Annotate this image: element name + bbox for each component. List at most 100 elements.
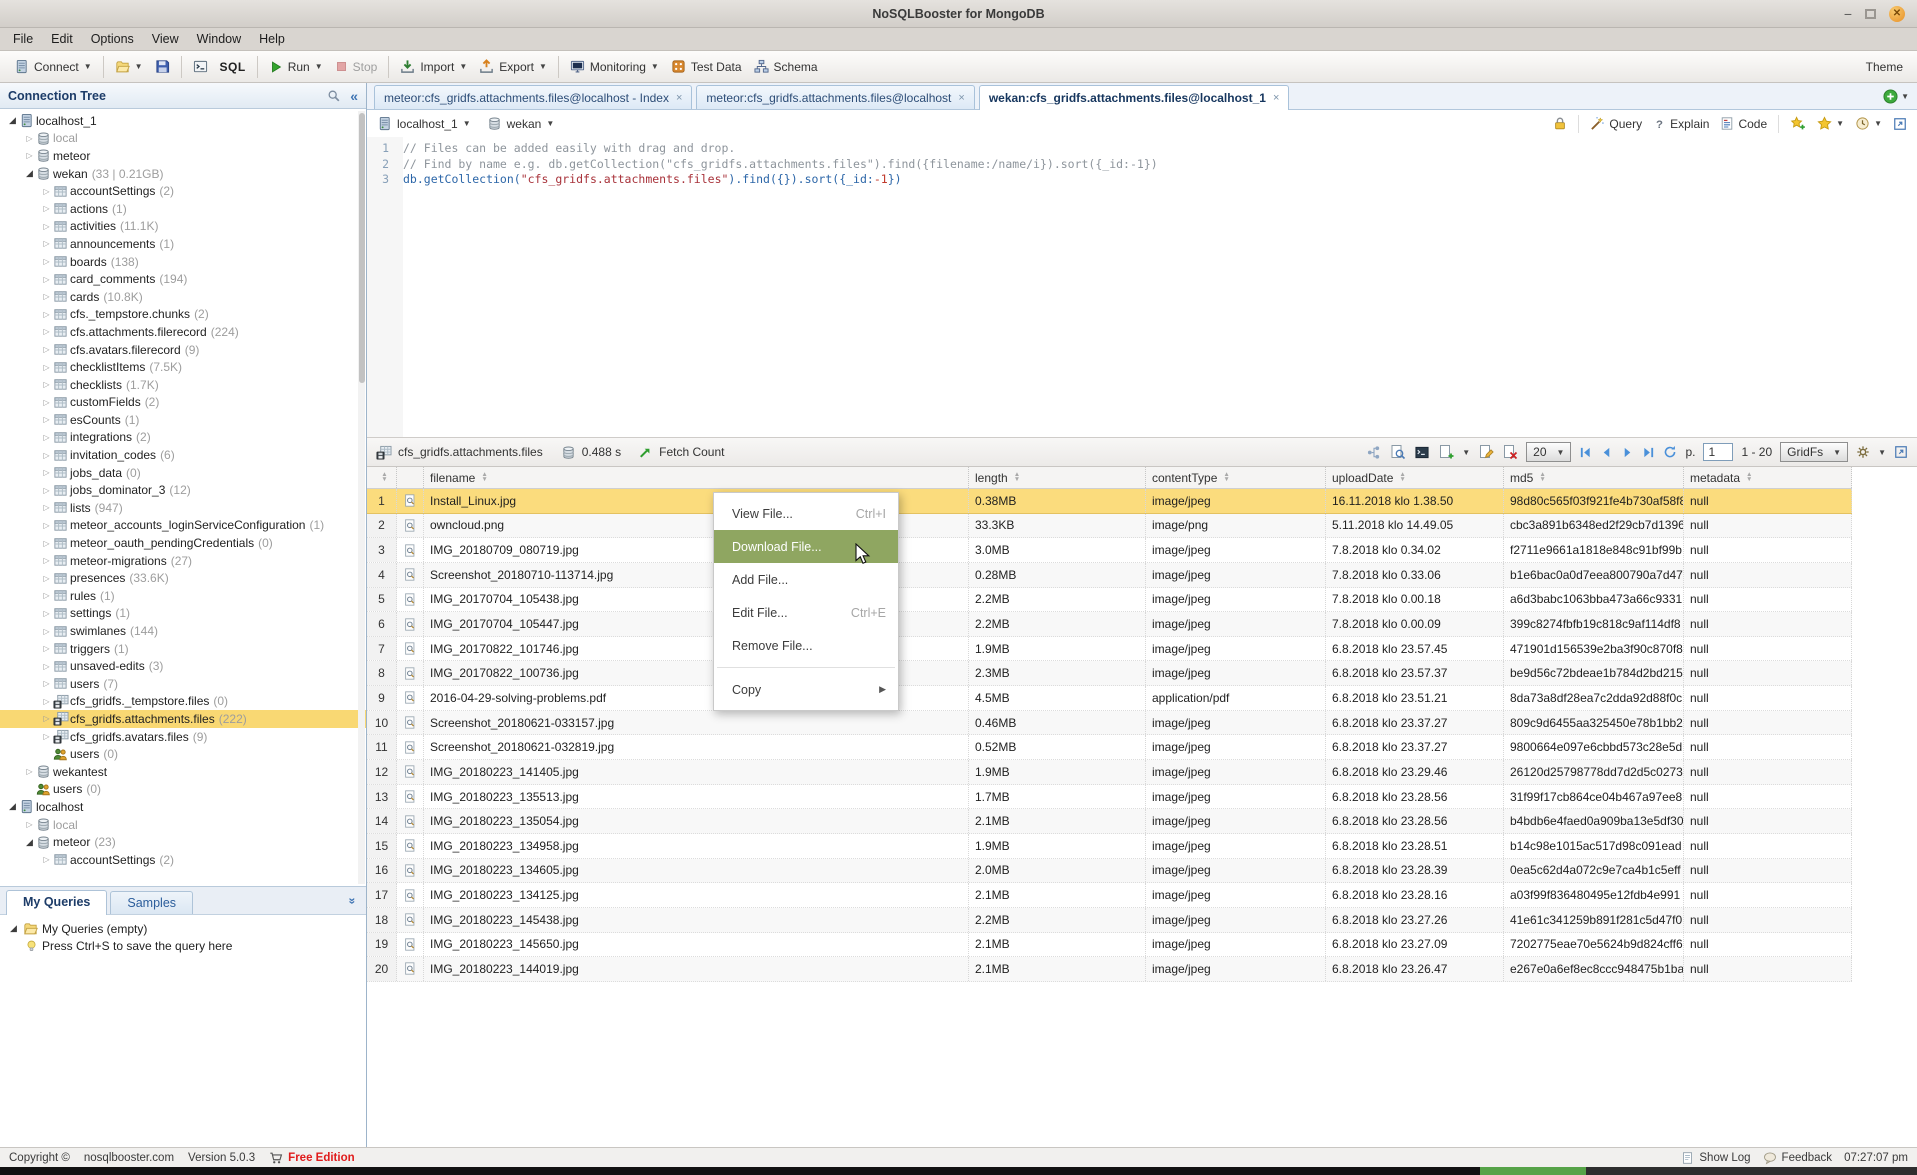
terminal-button[interactable] xyxy=(187,56,214,77)
cell-metadata[interactable]: null xyxy=(1684,957,1852,981)
cell-length[interactable]: 1.9MB xyxy=(969,760,1146,784)
row-number[interactable]: 3 xyxy=(367,538,397,562)
cell-filename[interactable]: IMG_20180223_145438.jpg xyxy=(424,908,969,932)
view-document-icon[interactable] xyxy=(397,489,424,513)
menu-view[interactable]: View xyxy=(143,30,188,48)
cell-metadata[interactable]: null xyxy=(1684,760,1852,784)
cell-md5[interactable]: 399c8274fbfb19c818c9af114df8 xyxy=(1504,612,1684,636)
tree-item-cfs-gridfs-tempstore-files[interactable]: ▷cfs_gridfs._tempstore.files(0) xyxy=(0,693,366,711)
tree-item-localhost[interactable]: ◢localhost xyxy=(0,798,366,816)
chevron-down-icon[interactable]: ▼ xyxy=(1462,448,1470,457)
show-log-button[interactable]: Show Log xyxy=(1681,1151,1750,1165)
cell-length[interactable]: 33.3KB xyxy=(969,514,1146,538)
expander-icon[interactable]: ▷ xyxy=(40,204,53,213)
page-size-select[interactable]: 20▼ xyxy=(1526,442,1571,462)
expander-icon[interactable]: ▷ xyxy=(40,609,53,618)
expander-icon[interactable]: ▷ xyxy=(40,486,53,495)
tree-item-cards[interactable]: ▷cards(10.8K) xyxy=(0,288,366,306)
cell-md5[interactable]: f2711e9661a1818e848c91bf99b xyxy=(1504,538,1684,562)
expander-icon[interactable]: ▷ xyxy=(40,292,53,301)
tree-item-wekantest[interactable]: ▷wekantest xyxy=(0,763,366,781)
cell-filename[interactable]: IMG_20180223_141405.jpg xyxy=(424,760,969,784)
tree-item-activities[interactable]: ▷activities(11.1K) xyxy=(0,218,366,236)
tree-item-unsaved-edits[interactable]: ▷unsaved-edits(3) xyxy=(0,657,366,675)
tree-item-users[interactable]: users(0) xyxy=(0,745,366,763)
row-number[interactable]: 15 xyxy=(367,834,397,858)
cell-filename[interactable]: IMG_20180223_134605.jpg xyxy=(424,859,969,883)
cell-md5[interactable]: 26120d25798778dd7d2d5c0273 xyxy=(1504,760,1684,784)
menu-item-add-file[interactable]: Add File... xyxy=(714,563,898,596)
cell-md5[interactable]: be9d56c72bdeae1b784d2bd215 xyxy=(1504,661,1684,685)
table-row[interactable]: 20IMG_20180223_144019.jpg2.1MBimage/jpeg… xyxy=(367,957,1852,982)
tree-item-users[interactable]: users(0) xyxy=(0,781,366,799)
row-icon-header[interactable] xyxy=(397,467,424,488)
tree-item-settings[interactable]: ▷settings(1) xyxy=(0,605,366,623)
table-row[interactable]: 10Screenshot_20180621-033157.jpg0.46MBim… xyxy=(367,711,1852,736)
tree-item-invitation-codes[interactable]: ▷invitation_codes(6) xyxy=(0,446,366,464)
cell-metadata[interactable]: null xyxy=(1684,563,1852,587)
cell-length[interactable]: 2.2MB xyxy=(969,908,1146,932)
menu-item-edit-file[interactable]: Edit File...Ctrl+E xyxy=(714,596,898,629)
new-tab-button[interactable]: ▼ xyxy=(1883,89,1909,109)
view-document-icon[interactable] xyxy=(397,612,424,636)
tree-item-meteor[interactable]: ◢meteor(23) xyxy=(0,833,366,851)
cell-filename[interactable]: IMG_20180223_135513.jpg xyxy=(424,785,969,809)
tree-item-users[interactable]: ▷users(7) xyxy=(0,675,366,693)
cell-length[interactable]: 2.2MB xyxy=(969,588,1146,612)
lock-icon[interactable] xyxy=(1553,116,1567,131)
tree-scrollbar-thumb[interactable] xyxy=(359,113,365,383)
tree-item-actions[interactable]: ▷actions(1) xyxy=(0,200,366,218)
cell-uploaddate[interactable]: 6.8.2018 klo 23.51.21 xyxy=(1326,686,1504,710)
cell-contenttype[interactable]: image/jpeg xyxy=(1146,637,1326,661)
collapse-sidebar-icon[interactable]: « xyxy=(350,88,358,104)
cell-filename[interactable]: Screenshot_20180621-033157.jpg xyxy=(424,711,969,735)
close-button[interactable]: ✕ xyxy=(1889,6,1905,22)
menu-options[interactable]: Options xyxy=(82,30,143,48)
cell-md5[interactable]: a6d3babc1063bba473a66c9331 xyxy=(1504,588,1684,612)
row-number[interactable]: 7 xyxy=(367,637,397,661)
cell-metadata[interactable]: null xyxy=(1684,538,1852,562)
expander-icon[interactable]: ▷ xyxy=(40,415,53,424)
expander-icon[interactable]: ▷ xyxy=(40,468,53,477)
tree-item-meteor-migrations[interactable]: ▷meteor-migrations(27) xyxy=(0,552,366,570)
tree-item-escounts[interactable]: ▷esCounts(1) xyxy=(0,411,366,429)
column-header-md5[interactable]: md5▲▼ xyxy=(1504,467,1684,488)
monitoring-button[interactable]: Monitoring▼ xyxy=(564,56,665,77)
tree-item-announcements[interactable]: ▷announcements(1) xyxy=(0,235,366,253)
tree-item-checklists[interactable]: ▷checklists(1.7K) xyxy=(0,376,366,394)
tree-item-meteor[interactable]: ▷meteor xyxy=(0,147,366,165)
row-number[interactable]: 18 xyxy=(367,908,397,932)
column-header-contenttype[interactable]: contentType▲▼ xyxy=(1146,467,1326,488)
tree-item-jobs-data[interactable]: ▷jobs_data(0) xyxy=(0,464,366,482)
table-row[interactable]: 15IMG_20180223_134958.jpg1.9MBimage/jpeg… xyxy=(367,834,1852,859)
tree-item-accountsettings[interactable]: ▷accountSettings(2) xyxy=(0,851,366,869)
cell-md5[interactable]: 98d80c565f03f921fe4b730af58f8 xyxy=(1504,489,1684,513)
view-document-icon[interactable] xyxy=(397,785,424,809)
cell-length[interactable]: 0.28MB xyxy=(969,563,1146,587)
menu-item-remove-file[interactable]: Remove File... xyxy=(714,629,898,662)
cell-length[interactable]: 1.9MB xyxy=(969,637,1146,661)
view-mode-select[interactable]: GridFs▼ xyxy=(1780,442,1848,462)
cell-filename[interactable]: IMG_20180223_134958.jpg xyxy=(424,834,969,858)
expander-icon[interactable]: ▷ xyxy=(40,662,53,671)
view-document-icon[interactable] xyxy=(397,834,424,858)
expander-icon[interactable]: ▷ xyxy=(40,187,53,196)
tree-item-checklistitems[interactable]: ▷checklistItems(7.5K) xyxy=(0,358,366,376)
tree-item-customfields[interactable]: ▷customFields(2) xyxy=(0,394,366,412)
expander-icon[interactable]: ◢ xyxy=(6,115,19,126)
expander-icon[interactable]: ▷ xyxy=(23,151,36,160)
table-row[interactable]: 18IMG_20180223_145438.jpg2.2MBimage/jpeg… xyxy=(367,908,1852,933)
cell-md5[interactable]: 41e61c341259b891f281c5d47f0 xyxy=(1504,908,1684,932)
row-number[interactable]: 17 xyxy=(367,883,397,907)
view-document-icon[interactable] xyxy=(397,908,424,932)
cell-metadata[interactable]: null xyxy=(1684,637,1852,661)
expander-icon[interactable]: ▷ xyxy=(23,134,36,143)
tree-scrollbar[interactable] xyxy=(358,111,365,884)
cell-length[interactable]: 0.52MB xyxy=(969,735,1146,759)
table-row[interactable]: 13IMG_20180223_135513.jpg1.7MBimage/jpeg… xyxy=(367,785,1852,810)
cell-filename[interactable]: IMG_20180223_135054.jpg xyxy=(424,809,969,833)
expander-icon[interactable]: ▷ xyxy=(40,627,53,636)
expander-icon[interactable]: ▷ xyxy=(23,767,36,776)
tree-item-cfs-tempstore-chunks[interactable]: ▷cfs._tempstore.chunks(2) xyxy=(0,306,366,324)
tree-item-swimlanes[interactable]: ▷swimlanes(144) xyxy=(0,622,366,640)
